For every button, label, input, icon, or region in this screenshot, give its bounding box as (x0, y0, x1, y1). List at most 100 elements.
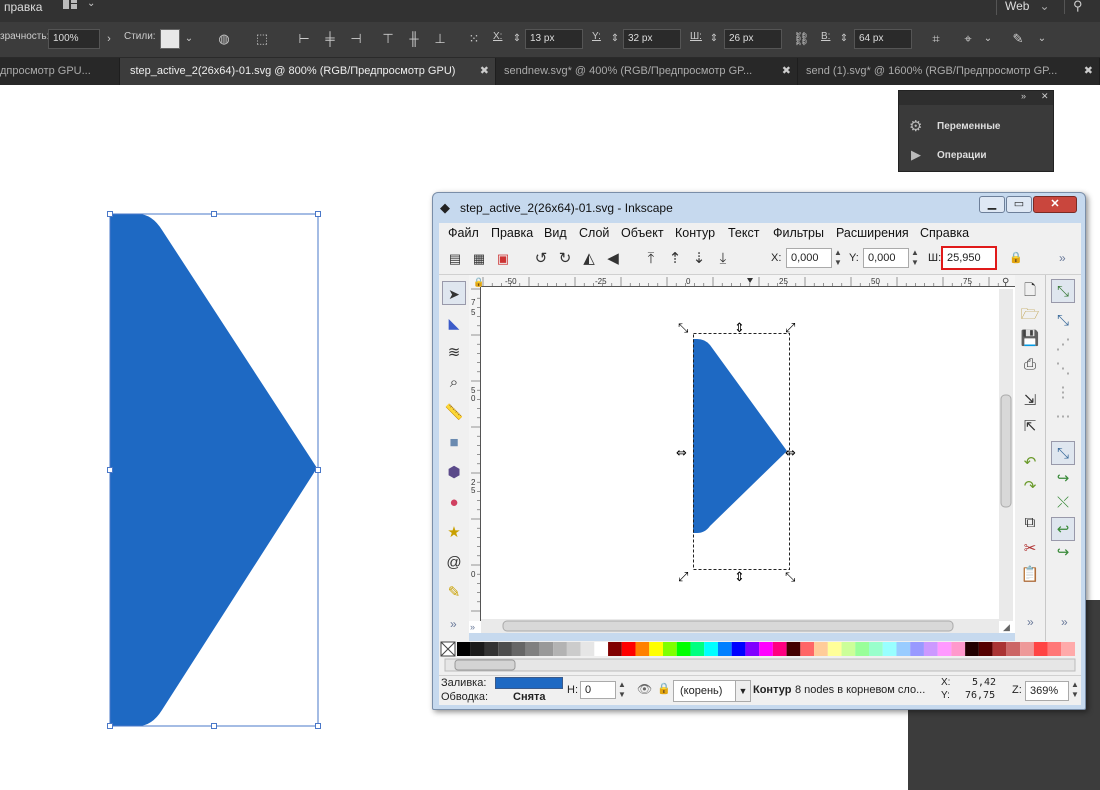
color-swatch[interactable] (690, 642, 705, 656)
swatches[interactable] (457, 642, 1075, 656)
fill-swatch[interactable] (495, 677, 563, 689)
snap-bbox-mid-icon[interactable]: ⋮ (1051, 381, 1075, 405)
width-field[interactable]: 26 px (724, 29, 782, 49)
panel-item-actions[interactable]: ▶ Операции (907, 146, 1047, 166)
menu-edit[interactable]: Правка (491, 226, 533, 240)
spiral-tool-icon[interactable]: @ (442, 551, 466, 575)
color-swatch[interactable] (745, 642, 760, 656)
rect-tool-icon[interactable]: ■ (442, 431, 466, 455)
raise-icon[interactable]: ⇡ (663, 247, 687, 271)
ellipse-tool-icon[interactable]: ● (442, 491, 466, 515)
color-swatch[interactable] (923, 642, 938, 656)
align-bottom-icon[interactable]: ⊥ (432, 31, 448, 47)
drawing-canvas[interactable]: 🔒 -50 -25 0 25 50 75 7 5 5 0 2 5 0 ⤡ ⇕ ⤢… (469, 275, 1015, 633)
color-swatch[interactable] (992, 642, 1007, 656)
recolor-artwork-icon[interactable]: ◍ (216, 31, 232, 47)
horizontal-scroll-thumb[interactable] (502, 620, 954, 632)
snap-toggle-icon[interactable]: ⤡ (1051, 279, 1075, 303)
color-swatch[interactable] (800, 642, 815, 656)
selection-handle[interactable] (107, 211, 113, 217)
toolbox-overflow[interactable]: » (450, 617, 457, 631)
zoom-corner-icon[interactable]: ⚲ (1002, 277, 1009, 288)
zoom-tool-icon[interactable]: ⌕ (442, 371, 466, 395)
color-swatch[interactable] (841, 642, 856, 656)
y-field[interactable]: 32 px (623, 29, 681, 49)
color-swatch[interactable] (855, 642, 869, 656)
color-swatch[interactable] (910, 642, 924, 656)
menu-extensions[interactable]: Расширения (836, 226, 909, 240)
node-tool-icon[interactable]: ◣ (442, 311, 466, 335)
stepper-icon[interactable]: ⇕ (607, 31, 623, 47)
height-field[interactable]: 64 px (854, 29, 912, 49)
style-swatch[interactable] (160, 29, 180, 49)
scale-handle-icon[interactable]: ⇔ (785, 446, 796, 461)
snap-overflow[interactable]: » (1061, 615, 1068, 629)
lock-icon[interactable]: 🔒 (1009, 251, 1023, 264)
collapse-icon[interactable]: » (1021, 91, 1026, 101)
snap-cusp-icon[interactable]: ↩ (1051, 517, 1075, 541)
selection-handle[interactable] (107, 723, 113, 729)
export-icon[interactable]: ⇱ (1018, 415, 1042, 439)
menu-view[interactable]: Вид (544, 226, 567, 240)
snap-intersections-icon[interactable]: ⤬ (1051, 491, 1075, 515)
color-swatch[interactable] (814, 642, 828, 656)
scale-handle-icon[interactable]: ⤢ (678, 570, 688, 585)
panel-item-variables[interactable]: ⚙ Переменные (907, 117, 1047, 137)
snap-bbox-icon[interactable]: ⤡ (1051, 309, 1075, 333)
save-icon[interactable]: 💾 (1018, 327, 1042, 351)
flip-vertical-icon[interactable]: ◀ (601, 247, 625, 271)
y-field[interactable]: 0,000 (863, 248, 909, 268)
color-swatch[interactable] (1033, 642, 1048, 656)
opacity-field[interactable]: 0 (580, 681, 616, 699)
spinner-icon[interactable]: ▲ ▼ (911, 248, 919, 268)
color-swatch[interactable] (896, 642, 911, 656)
color-swatch[interactable] (470, 642, 485, 656)
color-swatch[interactable] (978, 642, 993, 656)
reference-point-icon[interactable]: ⁙ (466, 31, 482, 47)
chevron-down-icon[interactable]: ▼ (735, 680, 751, 702)
color-swatch[interactable] (498, 642, 512, 656)
color-swatch[interactable] (772, 642, 787, 656)
flip-horizontal-icon[interactable]: ◭ (577, 247, 601, 271)
tab-document-sendnew[interactable]: sendnew.svg* @ 400% (RGB/Предпросмотр GP… (496, 58, 798, 85)
panel-header[interactable]: » ✕ (899, 91, 1053, 105)
canvas-overflow-icon[interactable]: » (470, 622, 475, 632)
illustrator-selected-shape[interactable] (100, 205, 330, 735)
color-swatch[interactable] (1061, 642, 1075, 656)
chevron-down-icon[interactable]: ⌄ (181, 31, 197, 47)
menu-text[interactable]: Текст (728, 226, 759, 240)
color-swatch[interactable] (525, 642, 540, 656)
menu-help[interactable]: Справка (920, 226, 969, 240)
toolbar-overflow[interactable]: » (1059, 251, 1066, 265)
close-icon[interactable]: ✖ (480, 58, 489, 85)
color-swatch[interactable] (566, 642, 581, 656)
arrow-shape[interactable] (693, 339, 787, 533)
close-icon[interactable]: ✖ (1084, 58, 1093, 85)
color-swatch[interactable] (1006, 642, 1021, 656)
spinner-icon[interactable]: ▲ ▼ (618, 680, 626, 700)
color-swatch[interactable] (951, 642, 966, 656)
deselect-icon[interactable]: ▣ (491, 247, 515, 271)
selection-handle[interactable] (211, 211, 217, 217)
color-swatch[interactable] (608, 642, 622, 656)
import-icon[interactable]: ⇲ (1018, 389, 1042, 413)
arrow-shape[interactable] (110, 214, 317, 726)
constrain-proportions-icon[interactable]: ⛓ (793, 31, 810, 47)
scale-handle-icon[interactable]: ⤡ (678, 321, 689, 336)
color-swatch[interactable] (594, 642, 609, 656)
color-swatch[interactable] (786, 642, 801, 656)
copy-icon[interactable]: ⧉ (1018, 511, 1042, 535)
color-swatch[interactable] (484, 642, 499, 656)
star-tool-icon[interactable]: ★ (442, 521, 466, 545)
tab-document-1[interactable]: дпросмотр GPU... (0, 58, 120, 85)
layer-lock-icon[interactable]: 🔒 (657, 682, 671, 695)
align-middle-icon[interactable]: ╫ (406, 31, 422, 47)
align-right-icon[interactable]: ⊣ (348, 31, 364, 47)
selection-handle[interactable] (107, 467, 113, 473)
menu-path[interactable]: Контур (675, 226, 715, 240)
stepper-icon[interactable]: ⇕ (706, 31, 722, 47)
print-icon[interactable]: ⎙ (1018, 353, 1042, 377)
color-swatch[interactable] (621, 642, 636, 656)
minimize-button[interactable]: ▁ (979, 196, 1005, 213)
opacity-field[interactable]: 100% (48, 29, 100, 49)
